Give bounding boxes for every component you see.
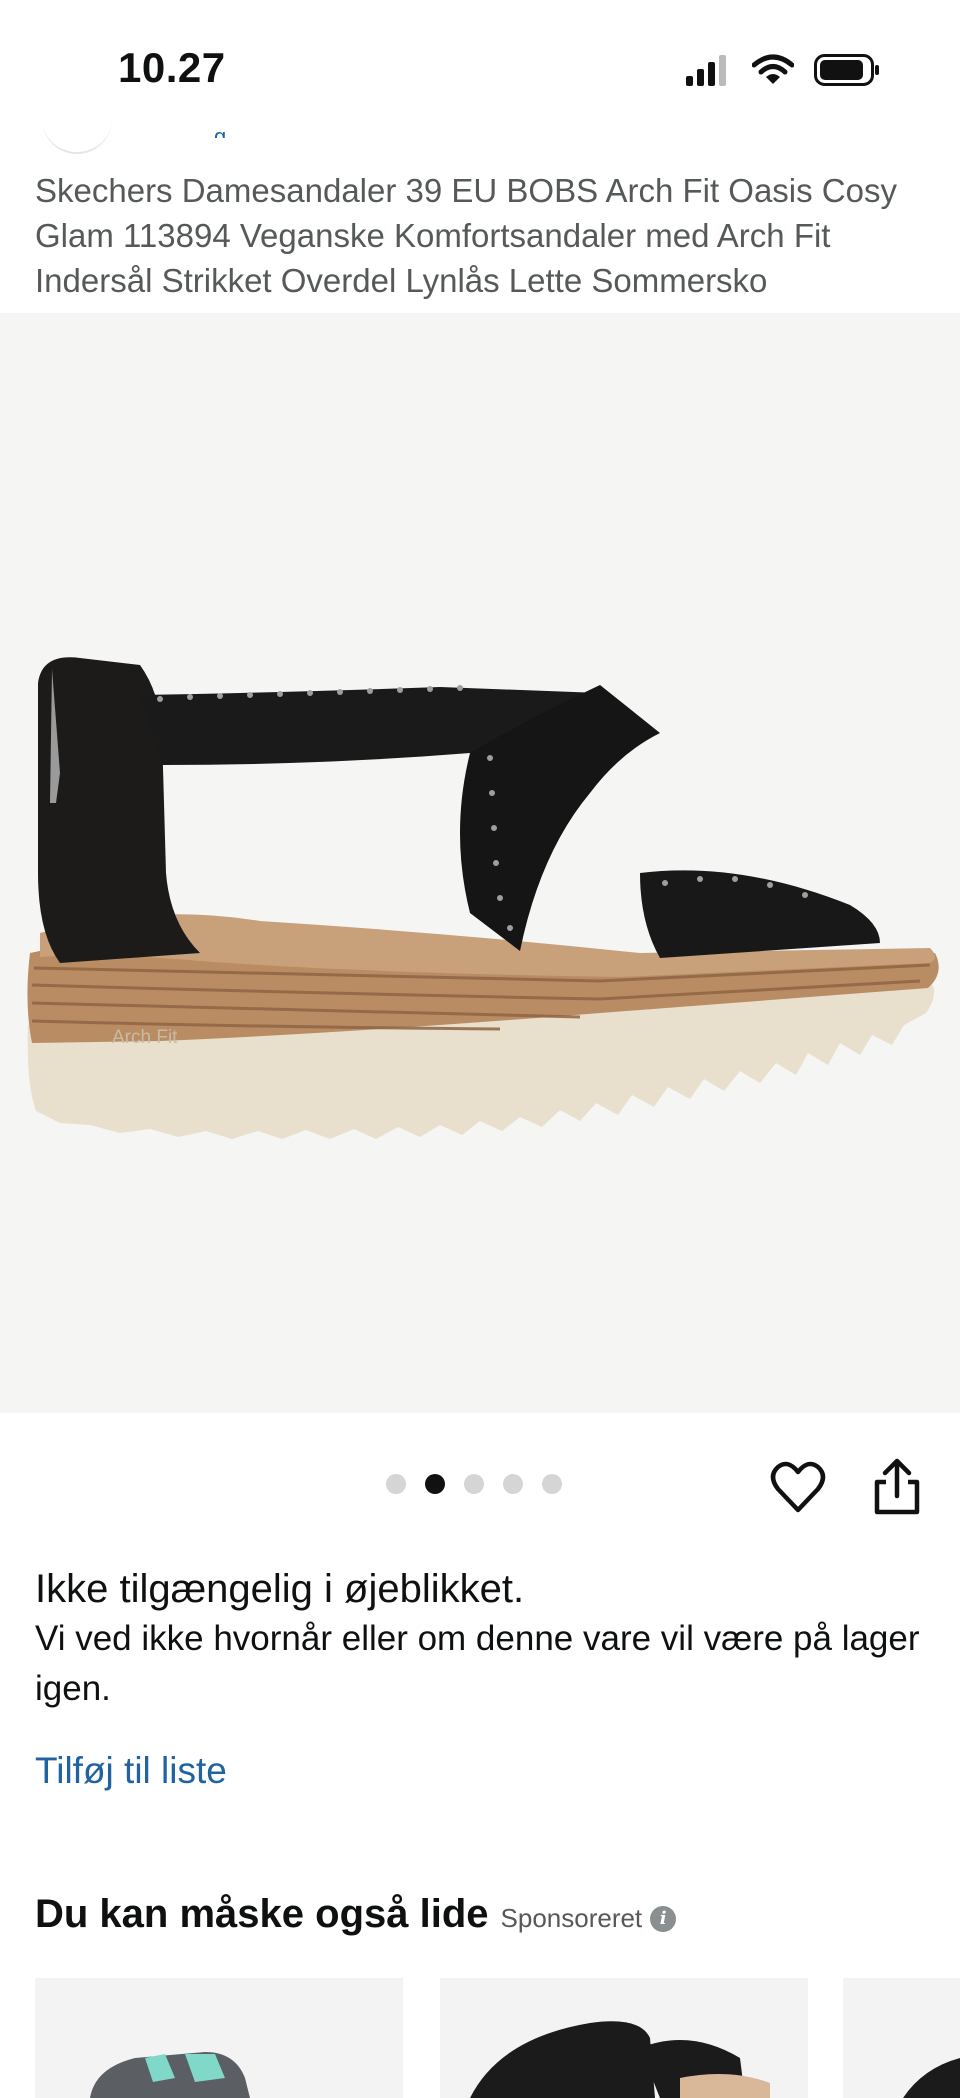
recommended-product-card[interactable] bbox=[843, 1978, 960, 2098]
recommended-product-card[interactable] bbox=[440, 1978, 808, 2098]
share-icon bbox=[874, 1458, 920, 1515]
gallery-dot-active[interactable] bbox=[425, 1474, 445, 1494]
sole-print: Arch Fit bbox=[112, 1027, 178, 1048]
recommended-product-image bbox=[90, 2052, 250, 2098]
heart-icon bbox=[770, 1461, 826, 1513]
recommended-product-card[interactable] bbox=[35, 1978, 403, 2098]
product-image: Arch Fit bbox=[27, 657, 939, 1139]
recommended-product-image bbox=[903, 2058, 960, 2098]
status-bar: 10.27 bbox=[0, 0, 960, 125]
wifi-icon bbox=[752, 54, 794, 84]
store-link-peek[interactable]: g bbox=[214, 124, 242, 138]
sponsored-label[interactable]: Sponsoreret i bbox=[501, 1903, 677, 1934]
recommendations-title: Du kan måske også lide bbox=[35, 1892, 489, 1936]
status-time: 10.27 bbox=[118, 44, 226, 91]
product-title: Skechers Damesandaler 39 EU BOBS Arch Fi… bbox=[35, 172, 897, 299]
recommended-product-image bbox=[470, 2021, 770, 2098]
availability-title: Ikke tilgængelig i øjeblikket. bbox=[35, 1567, 525, 1611]
gallery-dot[interactable] bbox=[464, 1474, 484, 1494]
status-icons bbox=[686, 50, 880, 90]
gallery-page-dots bbox=[386, 1474, 562, 1494]
battery-icon bbox=[814, 54, 879, 86]
gallery-dot[interactable] bbox=[386, 1474, 406, 1494]
add-to-list-link[interactable]: Tilføj til liste bbox=[35, 1750, 227, 1792]
gallery-dot[interactable] bbox=[503, 1474, 523, 1494]
recommendations-header: Du kan måske også lide Sponsoreret i bbox=[35, 1892, 677, 1937]
signal-icon bbox=[686, 55, 726, 86]
wishlist-button[interactable] bbox=[770, 1460, 826, 1514]
store-logo-peek bbox=[42, 118, 112, 154]
share-button[interactable] bbox=[872, 1458, 922, 1516]
sponsored-text: Sponsoreret bbox=[500, 1903, 643, 1933]
availability-description: Vi ved ikke hvornår eller om denne vare … bbox=[35, 1619, 920, 1708]
info-icon[interactable]: i bbox=[650, 1905, 677, 1932]
gallery-dot[interactable] bbox=[542, 1474, 562, 1494]
product-image-gallery[interactable]: Arch Fit bbox=[0, 313, 960, 1413]
